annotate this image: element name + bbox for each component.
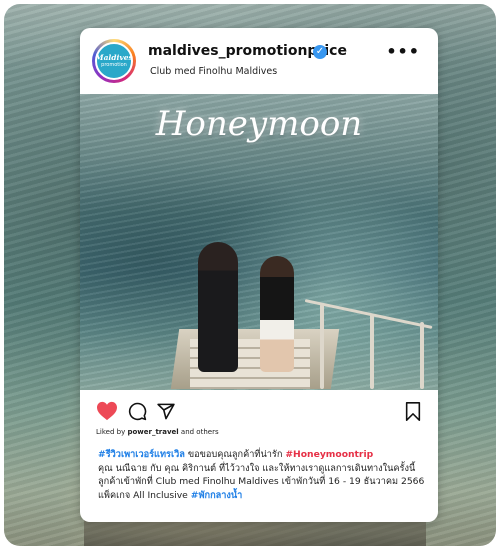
caption-text: ขอขอบคุณลูกค้าที่น่ารัก (184, 449, 286, 460)
liked-by-user[interactable]: power_travel (127, 428, 178, 436)
caption-line-3: ลูกค้าเข้าพักที่ Club med Finolhu Maldiv… (98, 476, 425, 488)
more-options-icon[interactable]: ••• (386, 42, 420, 61)
post-header: Maldives promotion maldives_promotionpri… (80, 28, 438, 94)
caption-line-4: แพ็คเกจ All Inclusive #พักกลางน้ำ (98, 489, 428, 503)
avatar-logo-line1: Maldives (95, 53, 133, 63)
post-photo[interactable]: Honeymoon (80, 94, 438, 390)
location[interactable]: Club med Finolhu Maldives (150, 66, 277, 77)
hashtag-link[interactable]: #Honeymoontrip (285, 449, 373, 460)
caption-line-2: คุณ นณีฉาย กับ คุณ คิริกานต์ ที่ไว้วางใจ… (98, 462, 416, 474)
share-icon[interactable] (156, 402, 176, 421)
hashtag-link[interactable]: #พักกลางน้ำ (191, 490, 243, 501)
heart-icon[interactable] (96, 401, 118, 421)
liked-by-prefix: Liked by (96, 428, 126, 436)
bookmark-icon[interactable] (405, 402, 421, 421)
photo-rail-post (320, 304, 324, 389)
instagram-post-card: Maldives promotion maldives_promotionpri… (80, 28, 438, 522)
verified-badge-icon: ✓ (313, 45, 327, 59)
avatar-logo-line2: promotion (101, 61, 127, 68)
post-actions-bar (80, 390, 438, 426)
avatar-logo: Maldives promotion (95, 42, 133, 80)
post-caption: #รีวิวเพาเวอร์แทรเวิล ขอขอบคุณลูกค้าที่น… (98, 448, 428, 502)
photo-title-overlay: Honeymoon (155, 104, 363, 144)
hashtag-link[interactable]: #รีวิวเพาเวอร์แทรเวิล (98, 449, 185, 460)
photo-person-man (198, 242, 238, 372)
caption-text: แพ็คเกจ All Inclusive (98, 489, 191, 501)
background-dock (84, 520, 426, 546)
liked-by-text: Liked by power_travel and others (96, 428, 219, 436)
photo-rail-post (370, 314, 374, 389)
avatar[interactable]: Maldives promotion (92, 39, 136, 83)
caption-line-1: #รีวิวเพาเวอร์แทรเวิล ขอขอบคุณลูกค้าที่น… (98, 448, 428, 462)
liked-by-suffix: and others (180, 428, 219, 436)
comment-icon[interactable] (128, 402, 147, 421)
photo-person-woman (260, 256, 294, 372)
photo-rail-post (420, 322, 424, 389)
